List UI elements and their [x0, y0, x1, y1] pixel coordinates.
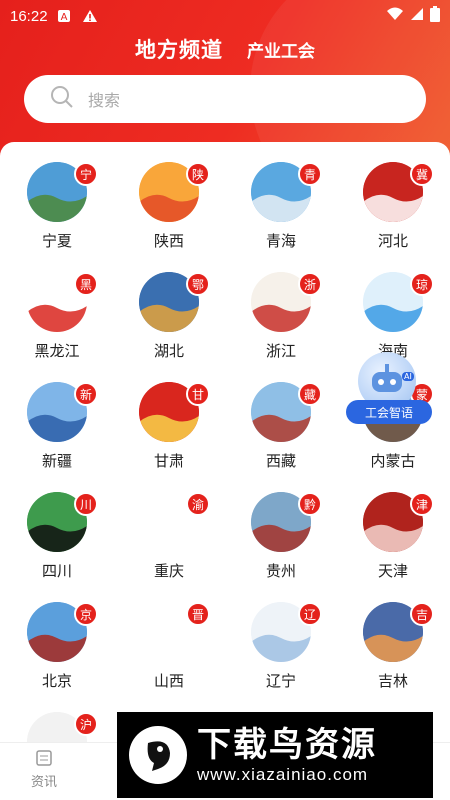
region-label: 辽宁: [265, 672, 296, 690]
region-label: 湖北: [153, 342, 184, 360]
region-badge: 新: [74, 382, 98, 406]
region-label: 新疆: [41, 452, 72, 470]
region-label: 河北: [377, 232, 408, 250]
region-item[interactable]: 沪: [1, 712, 113, 742]
region-badge: 陕: [186, 162, 210, 186]
region-label: 吉林: [377, 672, 408, 690]
region-badge: 鄂: [186, 272, 210, 296]
region-badge: 川: [74, 492, 98, 516]
region-item[interactable]: 晋山西: [113, 602, 225, 702]
status-bar: 16:22 A: [0, 0, 450, 32]
region-badge: 津: [410, 492, 434, 516]
region-badge: 辽: [298, 602, 322, 626]
warning-icon: [82, 8, 98, 24]
region-badge: 青: [298, 162, 322, 186]
region-item[interactable]: 黑黑龙江: [1, 272, 113, 372]
region-badge: 沪: [74, 712, 98, 736]
region-item[interactable]: 新新疆: [1, 382, 113, 482]
bird-logo-icon: [129, 726, 187, 784]
watermark-overlay: 下载鸟资源 www.xiazainiao.com: [117, 712, 433, 798]
region-item[interactable]: 京北京: [1, 602, 113, 702]
region-label: 西藏: [265, 452, 296, 470]
region-label: 甘肃: [153, 452, 184, 470]
region-item[interactable]: 浙浙江: [225, 272, 337, 372]
battery-icon: [430, 6, 440, 26]
region-badge: 冀: [410, 162, 434, 186]
region-badge: 渝: [186, 492, 210, 516]
news-icon: [35, 749, 53, 771]
region-label: 贵州: [265, 562, 296, 580]
search-input[interactable]: 搜索: [24, 75, 426, 123]
region-item[interactable]: 黔贵州: [225, 492, 337, 592]
svg-text:A: A: [60, 12, 67, 23]
region-label: 黑龙江: [34, 342, 80, 360]
ai-assistant-label: 工会智语: [346, 400, 432, 424]
region-badge: 甘: [186, 382, 210, 406]
watermark-title: 下载鸟资源: [197, 725, 377, 765]
region-label: 重庆: [153, 562, 184, 580]
signal-icon: [410, 7, 424, 25]
region-badge: 宁: [74, 162, 98, 186]
ai-assistant-button[interactable]: AI 工会智语: [346, 352, 432, 424]
region-item[interactable]: 津天津: [337, 492, 449, 592]
tab-local-channel[interactable]: 地方频道: [135, 34, 223, 64]
region-badge: 浙: [298, 272, 322, 296]
region-item[interactable]: 甘甘肃: [113, 382, 225, 482]
search-icon: [50, 85, 74, 113]
watermark-url: www.xiazainiao.com: [197, 765, 369, 784]
search-placeholder: 搜索: [88, 91, 121, 110]
region-item[interactable]: 鄂湖北: [113, 272, 225, 372]
region-item[interactable]: 青青海: [225, 162, 337, 262]
status-time: 16:22: [10, 7, 48, 25]
region-badge: 琼: [410, 272, 434, 296]
region-panel: 宁宁夏陕陕西青青海冀河北黑黑龙江鄂湖北浙浙江琼海南新新疆甘甘肃藏西藏蒙内蒙古川四…: [0, 142, 450, 742]
region-label: 宁夏: [41, 232, 72, 250]
region-label: 北京: [41, 672, 72, 690]
region-label: 四川: [41, 562, 72, 580]
a-box-icon: A: [56, 8, 72, 24]
nav-item-news[interactable]: 资讯: [24, 749, 64, 790]
region-item[interactable]: 藏西藏: [225, 382, 337, 482]
region-item[interactable]: 冀河北: [337, 162, 449, 262]
ai-tag: AI: [402, 372, 414, 381]
region-item[interactable]: 宁宁夏: [1, 162, 113, 262]
region-item[interactable]: 吉吉林: [337, 602, 449, 702]
region-item[interactable]: 川四川: [1, 492, 113, 592]
channel-tabs: 地方频道 产业工会: [0, 34, 450, 64]
region-label: 内蒙古: [370, 452, 416, 470]
region-label: 青海: [265, 232, 296, 250]
region-label: 陕西: [153, 232, 184, 250]
region-badge: 黑: [74, 272, 98, 296]
tab-industry-union[interactable]: 产业工会: [247, 37, 315, 62]
region-item[interactable]: 渝重庆: [113, 492, 225, 592]
region-item[interactable]: 辽辽宁: [225, 602, 337, 702]
region-badge: 京: [74, 602, 98, 626]
region-item[interactable]: 陕陕西: [113, 162, 225, 262]
wifi-icon: [386, 7, 404, 25]
region-label: 浙江: [265, 342, 296, 360]
nav-item-label: 资讯: [30, 775, 57, 790]
region-badge: 晋: [186, 602, 210, 626]
region-label: 天津: [377, 562, 408, 580]
region-badge: 藏: [298, 382, 322, 406]
region-label: 山西: [153, 672, 184, 690]
region-badge: 吉: [410, 602, 434, 626]
region-badge: 黔: [298, 492, 322, 516]
